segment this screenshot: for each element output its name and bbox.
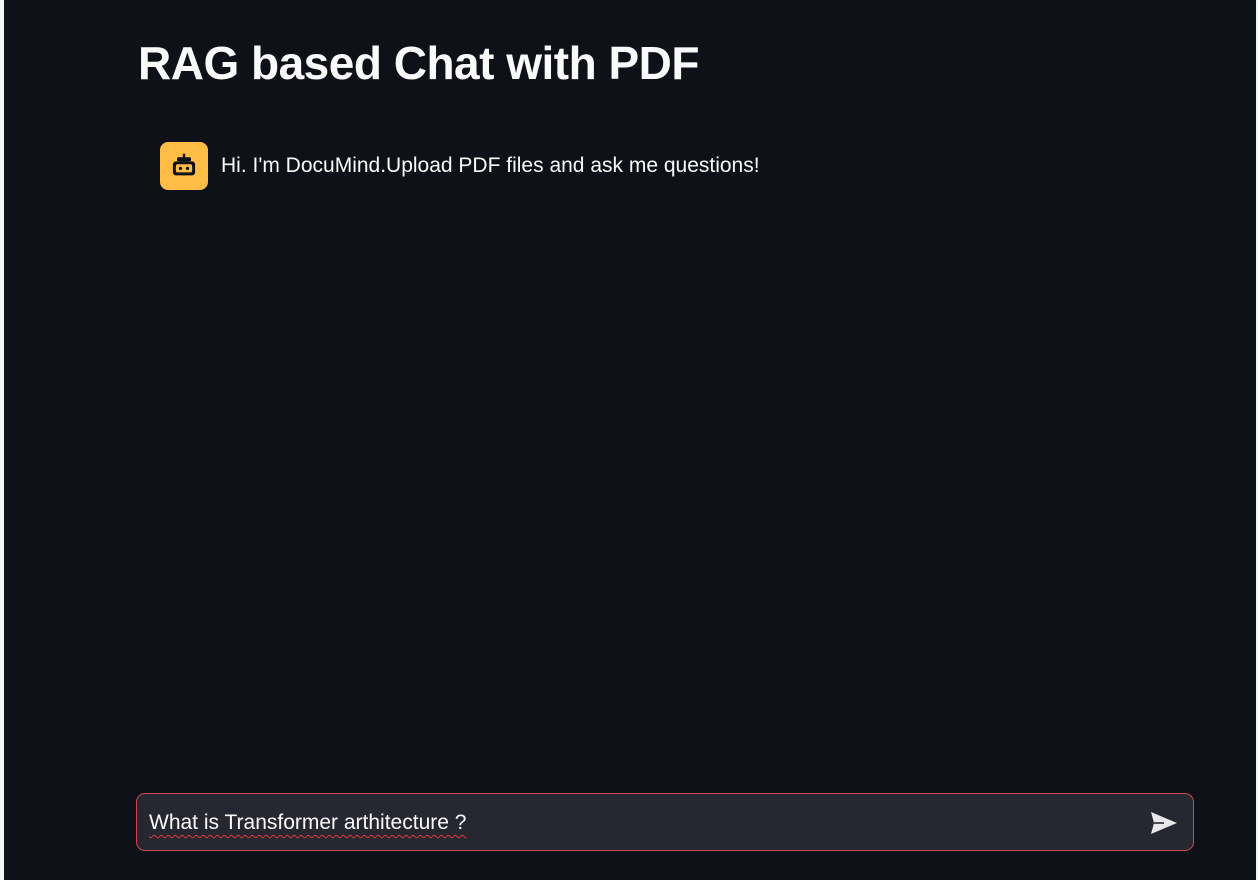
message-text: Hi. I'm DocuMind.Upload PDF files and as… <box>221 154 760 177</box>
bot-icon <box>172 153 196 176</box>
chat-input[interactable] <box>149 794 1129 852</box>
page-title: RAG based Chat with PDF <box>138 37 699 89</box>
send-button[interactable] <box>1149 808 1179 838</box>
send-icon <box>1151 812 1177 834</box>
left-window-edge <box>0 0 4 880</box>
bot-avatar <box>160 142 208 190</box>
assistant-message: Hi. I'm DocuMind.Upload PDF files and as… <box>160 142 760 190</box>
chat-input-container <box>136 793 1194 852</box>
